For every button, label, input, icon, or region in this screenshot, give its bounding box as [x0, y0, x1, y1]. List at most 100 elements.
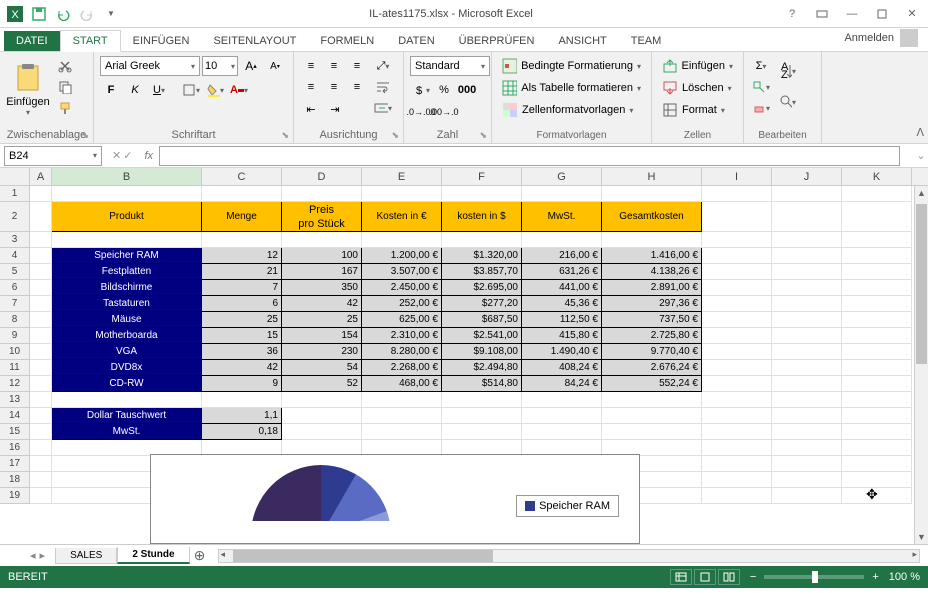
cell[interactable] [202, 392, 282, 408]
cell[interactable] [52, 392, 202, 408]
cell[interactable] [442, 408, 522, 424]
hscroll-thumb[interactable] [233, 550, 493, 562]
row-header-19[interactable]: 19 [0, 488, 30, 504]
tab-formulas[interactable]: FORMELN [308, 31, 386, 51]
cell[interactable] [842, 424, 912, 440]
cell-styles-button[interactable]: Zellenformatvorlagen▾ [498, 100, 645, 120]
col-header-H[interactable]: H [602, 168, 702, 185]
cell[interactable]: 84,24 € [522, 376, 602, 392]
cell[interactable] [702, 488, 772, 504]
sign-in-button[interactable]: Anmelden [834, 25, 928, 51]
row-header-3[interactable]: 3 [0, 232, 30, 248]
cell[interactable] [362, 408, 442, 424]
align-left-icon[interactable]: ≡ [300, 77, 322, 97]
zoom-in-icon[interactable]: + [872, 571, 878, 583]
view-normal-icon[interactable] [670, 569, 692, 585]
col-header-F[interactable]: F [442, 168, 522, 185]
zoom-handle[interactable] [812, 571, 818, 583]
alignment-dialog-icon[interactable]: ⬊ [391, 130, 399, 141]
cell[interactable] [362, 392, 442, 408]
cell[interactable] [522, 424, 602, 440]
cell[interactable] [362, 186, 442, 202]
header-mwst[interactable]: MwSt. [522, 202, 602, 232]
header-kosten-usd[interactable]: kosten in $ [442, 202, 522, 232]
cell[interactable]: 15 [202, 328, 282, 344]
zoom-out-icon[interactable]: − [750, 571, 756, 583]
cell[interactable] [30, 296, 52, 312]
product-name[interactable]: Mäuse [52, 312, 202, 328]
cell[interactable] [702, 408, 772, 424]
autosum-icon[interactable]: Σ▾ [750, 56, 772, 76]
cell[interactable] [362, 232, 442, 248]
formula-bar[interactable] [159, 146, 900, 166]
expand-formula-bar-icon[interactable]: ⌄ [914, 149, 928, 162]
cell[interactable] [842, 376, 912, 392]
cell[interactable]: 1.416,00 € [602, 248, 702, 264]
cell[interactable] [602, 186, 702, 202]
cell[interactable] [442, 232, 522, 248]
decrease-decimal-icon[interactable]: .00→.0 [433, 102, 455, 122]
cell[interactable]: 230 [282, 344, 362, 360]
product-name[interactable]: Tastaturen [52, 296, 202, 312]
cell[interactable] [362, 424, 442, 440]
format-as-table-button[interactable]: Als Tabelle formatieren▾ [498, 78, 645, 98]
cell[interactable]: 297,36 € [602, 296, 702, 312]
col-header-I[interactable]: I [702, 168, 772, 185]
clear-icon[interactable]: ▾ [750, 98, 772, 118]
cell[interactable]: 3.507,00 € [362, 264, 442, 280]
zoom-slider[interactable] [764, 575, 864, 579]
cell[interactable] [702, 456, 772, 472]
product-name[interactable]: DVD8x [52, 360, 202, 376]
row-header-16[interactable]: 16 [0, 440, 30, 456]
cell[interactable]: 552,24 € [602, 376, 702, 392]
cell[interactable] [842, 248, 912, 264]
vscroll-thumb[interactable] [916, 204, 927, 364]
cell[interactable]: $9.108,00 [442, 344, 522, 360]
cell[interactable] [202, 232, 282, 248]
percent-icon[interactable]: % [433, 80, 455, 100]
cell[interactable]: $687,50 [442, 312, 522, 328]
cell[interactable] [842, 488, 912, 504]
cell[interactable] [842, 360, 912, 376]
row-header-13[interactable]: 13 [0, 392, 30, 408]
align-middle-icon[interactable]: ≡ [323, 56, 345, 76]
product-name[interactable]: Speicher RAM [52, 248, 202, 264]
font-name-combo[interactable]: Arial Greek▾ [100, 56, 200, 76]
cell[interactable] [602, 408, 702, 424]
cell[interactable]: 36 [202, 344, 282, 360]
row-header-1[interactable]: 1 [0, 186, 30, 202]
cell[interactable] [772, 472, 842, 488]
cell[interactable] [442, 186, 522, 202]
cell[interactable] [842, 264, 912, 280]
cell[interactable] [52, 186, 202, 202]
merge-center-icon[interactable]: ▾ [372, 98, 394, 118]
font-size-combo[interactable]: 10▾ [202, 56, 238, 76]
fx-icon[interactable]: fx [138, 150, 159, 162]
cell[interactable] [522, 408, 602, 424]
cell[interactable] [702, 312, 772, 328]
horizontal-scrollbar[interactable]: ◂ ▸ [218, 549, 920, 563]
col-header-K[interactable]: K [842, 168, 912, 185]
cell[interactable] [772, 186, 842, 202]
cell[interactable]: $2.494,80 [442, 360, 522, 376]
col-header-D[interactable]: D [282, 168, 362, 185]
cell[interactable] [30, 344, 52, 360]
align-center-icon[interactable]: ≡ [323, 77, 345, 97]
cell[interactable] [702, 344, 772, 360]
cell[interactable]: 2.450,00 € [362, 280, 442, 296]
cell[interactable] [842, 312, 912, 328]
row-header-2[interactable]: 2 [0, 202, 30, 232]
product-name[interactable]: VGA [52, 344, 202, 360]
cell[interactable] [30, 186, 52, 202]
cell[interactable] [772, 344, 842, 360]
cell[interactable] [702, 360, 772, 376]
paste-button[interactable]: Einfügen▾ [6, 56, 50, 122]
cell[interactable]: 631,26 € [522, 264, 602, 280]
cell[interactable] [842, 296, 912, 312]
cell[interactable]: 7 [202, 280, 282, 296]
conditional-formatting-button[interactable]: Bedingte Formatierung▾ [498, 56, 645, 76]
align-top-icon[interactable]: ≡ [300, 56, 322, 76]
qat-dropdown-icon[interactable]: ▼ [100, 3, 122, 25]
fill-icon[interactable]: ▾ [750, 77, 772, 97]
cell[interactable] [282, 232, 362, 248]
